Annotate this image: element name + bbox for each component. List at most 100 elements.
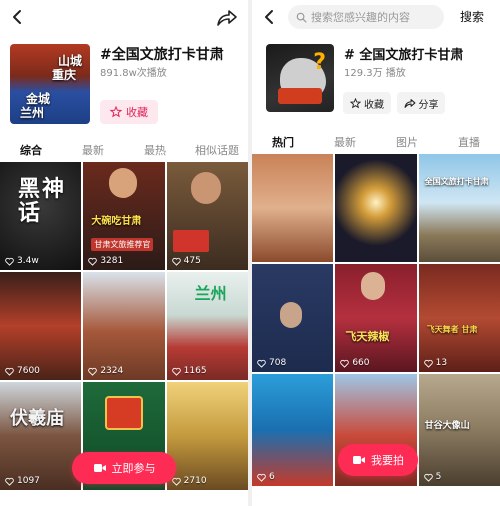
like-count-text: 708 [269, 358, 287, 368]
video-card[interactable]: 475 [166, 162, 248, 270]
video-caption: 大碗吃甘肃 [91, 216, 142, 227]
like-count: 2324 [88, 366, 123, 376]
video-caption: 飞天舞者 甘肃 [426, 325, 478, 334]
heart-icon [171, 257, 181, 266]
logo-emblem [105, 396, 144, 430]
play-count: 129.3万 播放 [344, 68, 406, 79]
video-card[interactable] [252, 154, 334, 262]
star-icon [350, 97, 361, 108]
video-card[interactable]: 飞天舞者 甘肃 13 [418, 264, 500, 372]
heart-icon [5, 477, 14, 486]
heart-icon [88, 367, 98, 376]
topic-cover-image: 山城 重庆 金城 兰州 [10, 44, 90, 124]
like-count: 13 [423, 358, 448, 368]
tab-latest[interactable]: 最新 [62, 142, 124, 158]
like-count: 6 [257, 472, 275, 482]
video-card[interactable]: 7600 [0, 272, 82, 380]
like-count-text: 3.4w [17, 256, 39, 266]
search-input[interactable]: 搜索您感兴趣的内容 [288, 5, 444, 29]
tab-popular[interactable]: 热门 [252, 134, 314, 157]
video-caption: 黑神话 [18, 177, 67, 226]
tab-similar-topics[interactable]: 相似话题 [186, 142, 248, 158]
collect-button[interactable]: 收藏 [100, 100, 158, 124]
video-card[interactable]: 甘谷大像山 5 [418, 374, 500, 486]
person-face [361, 272, 386, 300]
video-caption: 兰州 [194, 284, 227, 303]
like-count: 3281 [88, 256, 123, 266]
search-button[interactable]: 搜索 [450, 6, 494, 28]
share-icon[interactable] [216, 8, 238, 28]
participate-label: 立即参与 [111, 462, 156, 475]
heart-icon [88, 257, 98, 266]
play-count: 891.8w次播放 [100, 68, 167, 79]
heart-icon [340, 359, 350, 368]
video-card[interactable]: 2324 [83, 272, 165, 380]
cover-text-2: 重庆 [52, 68, 77, 82]
video-card[interactable]: 708 [252, 264, 334, 372]
shoot-label: 我要拍 [371, 454, 404, 467]
video-subtitle: 甘肃文旅推荐官 [91, 238, 154, 251]
like-count: 5 [423, 472, 441, 482]
star-icon [110, 106, 122, 118]
shoot-button[interactable]: 我要拍 [338, 444, 418, 476]
share-button[interactable]: 分享 [397, 92, 445, 114]
back-arrow-icon[interactable] [8, 7, 28, 27]
like-count-text: 475 [183, 256, 201, 266]
person-face [109, 168, 138, 198]
heart-icon [423, 473, 433, 482]
like-count-text: 1165 [183, 366, 207, 376]
video-caption: 飞天辣椒 [345, 330, 390, 343]
video-camera-icon [353, 456, 365, 464]
like-count-text: 660 [352, 358, 370, 368]
red-sign [172, 230, 209, 252]
tab-images[interactable]: 图片 [376, 134, 438, 150]
video-caption: 伏羲庙 [10, 408, 64, 429]
like-count-text: 6 [269, 472, 275, 482]
tab-comprehensive[interactable]: 综合 [0, 142, 62, 165]
video-camera-icon [93, 464, 106, 472]
video-card[interactable]: 全国文旅打卡甘肃 [418, 154, 500, 262]
collect-button[interactable]: 收藏 [343, 92, 391, 114]
like-count: 3.4w [5, 256, 39, 266]
tab-live[interactable]: 直播 [438, 134, 500, 150]
tab-hottest[interactable]: 最热 [124, 142, 186, 158]
like-count-text: 7600 [17, 366, 40, 376]
like-count-text: 2710 [183, 476, 207, 486]
cover-text-3: 金城 [26, 92, 51, 106]
video-caption: 甘谷大像山 [424, 421, 470, 431]
heart-icon [423, 359, 433, 368]
left-tabs: 综合 最新 最热 相似话题 [0, 142, 248, 165]
search-icon [296, 12, 307, 22]
video-card[interactable]: 兰州 1165 [166, 272, 248, 380]
like-count-text: 1097 [17, 476, 40, 486]
like-count: 7600 [5, 366, 40, 376]
right-video-grid: 全国文旅打卡甘肃 708 飞天辣椒 660 飞天舞者 甘肃 13 6 甘谷大像山 [252, 154, 500, 486]
video-card[interactable]: 飞天辣椒 660 [335, 264, 417, 372]
cover-caption-box [278, 88, 322, 104]
video-card[interactable]: 黑神话 3.4w [0, 162, 82, 270]
video-card[interactable]: 2710 [166, 382, 248, 490]
like-count: 1097 [5, 476, 40, 486]
video-card[interactable]: 伏羲庙 1097 [0, 382, 82, 490]
heart-icon [5, 367, 14, 376]
video-card[interactable]: 大碗吃甘肃 甘肃文旅推荐官 3281 [83, 162, 165, 270]
collect-label: 收藏 [364, 99, 384, 111]
like-count-text: 2324 [100, 366, 124, 376]
heart-icon [171, 477, 181, 486]
like-count: 708 [257, 358, 286, 368]
tab-latest[interactable]: 最新 [314, 134, 376, 150]
heart-icon [257, 473, 266, 482]
like-count: 1165 [171, 366, 207, 376]
like-count-text: 13 [435, 358, 448, 368]
video-caption: 全国文旅打卡甘肃 [424, 177, 489, 186]
topic-title: # 全国文旅打卡甘肃 [344, 48, 464, 63]
video-card[interactable] [335, 154, 417, 262]
back-arrow-icon[interactable] [260, 7, 280, 27]
right-tabs: 热门 最新 图片 直播 [252, 134, 500, 157]
left-video-grid: 黑神话 3.4w 大碗吃甘肃 甘肃文旅推荐官 3281 475 7600 232… [0, 162, 248, 490]
collect-label: 收藏 [126, 106, 148, 119]
share-arrow-icon [404, 98, 415, 108]
share-label: 分享 [418, 99, 439, 111]
participate-button[interactable]: 立即参与 [72, 452, 176, 484]
video-card[interactable]: 6 [252, 374, 334, 486]
